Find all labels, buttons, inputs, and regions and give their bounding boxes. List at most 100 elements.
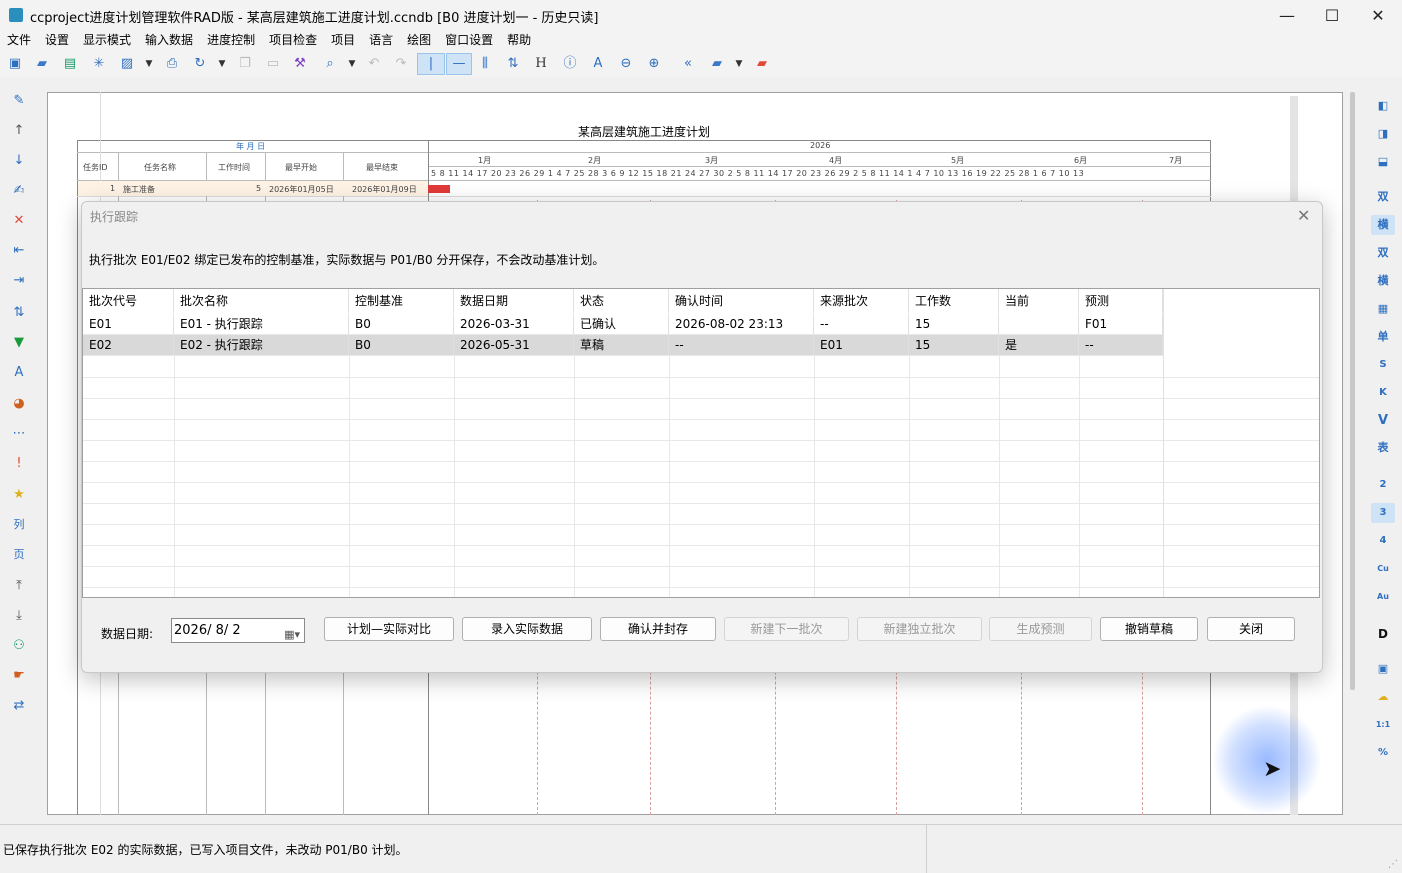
menu-input-data[interactable]: 输入数据	[138, 31, 200, 51]
info-icon[interactable]: ⓘ	[562, 56, 578, 72]
data-date-picker[interactable]: 2026/ 8/ 2 ▦▾	[171, 618, 305, 643]
save-icon[interactable]: ▤	[62, 56, 78, 72]
arrow-up-icon[interactable]: ↑	[10, 122, 28, 140]
heading-icon[interactable]: H	[533, 56, 549, 72]
table-grid-icon[interactable]: ▦	[1371, 299, 1395, 319]
table-row-selected[interactable]: E02 E02 - 执行跟踪 B0 2026-05-31 草稿 -- E01 1…	[83, 335, 1163, 356]
edit-icon[interactable]: ✍	[10, 182, 28, 200]
confirm-and-seal-button[interactable]: 确认并封存	[600, 617, 716, 641]
resize-grip-icon[interactable]: ⋰	[1388, 859, 1398, 870]
level-2-button[interactable]: 2	[1371, 475, 1395, 495]
revoke-draft-button[interactable]: 撤销草稿	[1100, 617, 1198, 641]
level-3-button[interactable]: 3	[1371, 503, 1395, 523]
double-view-alt-button[interactable]: 双	[1371, 243, 1395, 263]
dialog-close-icon[interactable]: ✕	[1297, 206, 1310, 225]
new-file-icon[interactable]: ▣	[7, 56, 23, 72]
enter-actual-data-button[interactable]: 录入实际数据	[462, 617, 592, 641]
zoom-1to1-button[interactable]: 1:1	[1371, 715, 1395, 735]
s-button[interactable]: S	[1371, 355, 1395, 375]
col-batch-code[interactable]: 批次代号	[83, 289, 174, 313]
percent-button[interactable]: %	[1371, 743, 1395, 763]
col-confirm-time[interactable]: 确认时间	[669, 289, 814, 313]
single-view-button[interactable]: 单	[1371, 327, 1395, 347]
panel-right-icon[interactable]: ◨	[1371, 124, 1395, 144]
filter-icon[interactable]: ▼	[10, 334, 28, 352]
d-button[interactable]: D	[1371, 624, 1395, 644]
horizontal-line-icon[interactable]: —	[446, 53, 472, 75]
back-icon[interactable]: «	[680, 56, 696, 72]
export-image-icon[interactable]: ▨	[119, 56, 135, 72]
font-icon[interactable]: A	[590, 56, 606, 72]
panel-left-icon[interactable]: ◧	[1371, 96, 1395, 116]
format-painter-icon[interactable]: ⚒	[292, 56, 308, 72]
refresh-icon[interactable]: ↻	[192, 56, 208, 72]
menu-progress-control[interactable]: 进度控制	[200, 31, 262, 51]
close-window-button[interactable]: ✕	[1355, 0, 1401, 31]
text-size-icon[interactable]: A	[10, 364, 28, 382]
arrow-down-icon[interactable]: ↓	[10, 152, 28, 170]
page-icon[interactable]: 页	[10, 546, 28, 564]
calendar-dropdown-icon[interactable]: ▦▾	[284, 623, 300, 646]
minimize-button[interactable]: —	[1264, 0, 1310, 31]
sort-icon[interactable]: ⇅	[505, 56, 521, 72]
col-forecast[interactable]: 预测	[1079, 289, 1163, 313]
col-status[interactable]: 状态	[574, 289, 669, 313]
menu-file[interactable]: 文件	[0, 31, 38, 51]
move-bottom-icon[interactable]: ⤓	[10, 607, 28, 625]
panel-bottom-icon[interactable]: ⬓	[1371, 152, 1395, 172]
warning-icon[interactable]: !	[10, 455, 28, 473]
v-button[interactable]: V	[1371, 411, 1395, 431]
zoom-out-icon[interactable]: ⊖	[618, 56, 634, 72]
col-current[interactable]: 当前	[999, 289, 1079, 313]
col-source-batch[interactable]: 来源批次	[814, 289, 909, 313]
au-button[interactable]: Au	[1371, 587, 1395, 607]
col-work-count[interactable]: 工作数	[909, 289, 999, 313]
plan-vs-actual-button[interactable]: 计划—实际对比	[324, 617, 454, 641]
table-button[interactable]: 表	[1371, 438, 1395, 458]
dropdown-arrow-icon[interactable]: ▼	[141, 56, 157, 72]
dotted-line-icon[interactable]: ⋯	[10, 425, 28, 443]
maximize-button[interactable]: ☐	[1309, 0, 1355, 31]
horizontal-view-alt-button[interactable]: 横	[1371, 271, 1395, 291]
menu-settings[interactable]: 设置	[38, 31, 76, 51]
menu-project-check[interactable]: 项目检查	[262, 31, 324, 51]
cu-button[interactable]: Cu	[1371, 559, 1395, 579]
col-batch-name[interactable]: 批次名称	[174, 289, 349, 313]
col-data-date[interactable]: 数据日期	[454, 289, 574, 313]
calculator-icon[interactable]: ▣	[1371, 659, 1395, 679]
menu-window-settings[interactable]: 窗口设置	[438, 31, 500, 51]
switch-icon[interactable]: ⇄	[10, 697, 28, 715]
task-gantt-bar[interactable]	[428, 185, 450, 193]
red-folder-icon[interactable]: ▰	[754, 56, 770, 72]
vertical-line-icon[interactable]: |	[417, 53, 445, 75]
new-next-batch-button[interactable]: 新建下一批次	[724, 617, 849, 641]
new-independent-batch-button[interactable]: 新建独立批次	[857, 617, 982, 641]
users-icon[interactable]: ⚇	[10, 637, 28, 655]
column-icon[interactable]: 列	[10, 516, 28, 534]
table-row[interactable]: E01 E01 - 执行跟踪 B0 2026-03-31 已确认 2026-08…	[83, 314, 1163, 335]
zoom-in-icon[interactable]: ⊕	[646, 56, 662, 72]
palette-icon[interactable]: ◕	[10, 395, 28, 413]
k-button[interactable]: K	[1371, 383, 1395, 403]
columns-icon[interactable]: ⫼	[477, 56, 493, 72]
generate-forecast-button[interactable]: 生成预测	[989, 617, 1092, 641]
swap-vertical-icon[interactable]: ⇅	[10, 304, 28, 322]
dropdown-arrow-icon[interactable]: ▼	[214, 56, 230, 72]
star-icon[interactable]: ★	[10, 486, 28, 504]
outdent-icon[interactable]: ⇤	[10, 242, 28, 260]
menu-help[interactable]: 帮助	[500, 31, 538, 51]
double-view-button[interactable]: 双	[1371, 187, 1395, 207]
print-icon[interactable]: ⎙	[164, 56, 180, 72]
move-top-icon[interactable]: ⤒	[10, 577, 28, 595]
dropdown-arrow-icon[interactable]: ▼	[344, 56, 360, 72]
comment-icon[interactable]: ☁	[1371, 687, 1395, 707]
vertical-scrollbar[interactable]	[1350, 92, 1355, 690]
menu-language[interactable]: 语言	[362, 31, 400, 51]
search-icon[interactable]: ⌕	[322, 56, 338, 72]
menu-project[interactable]: 项目	[324, 31, 362, 51]
menu-display-mode[interactable]: 显示模式	[76, 31, 138, 51]
pencil-icon[interactable]: ✎	[10, 92, 28, 110]
folder-icon[interactable]: ▰	[709, 56, 725, 72]
snowflake-icon[interactable]: ✳	[91, 56, 107, 72]
delete-icon[interactable]: ✕	[10, 212, 28, 230]
